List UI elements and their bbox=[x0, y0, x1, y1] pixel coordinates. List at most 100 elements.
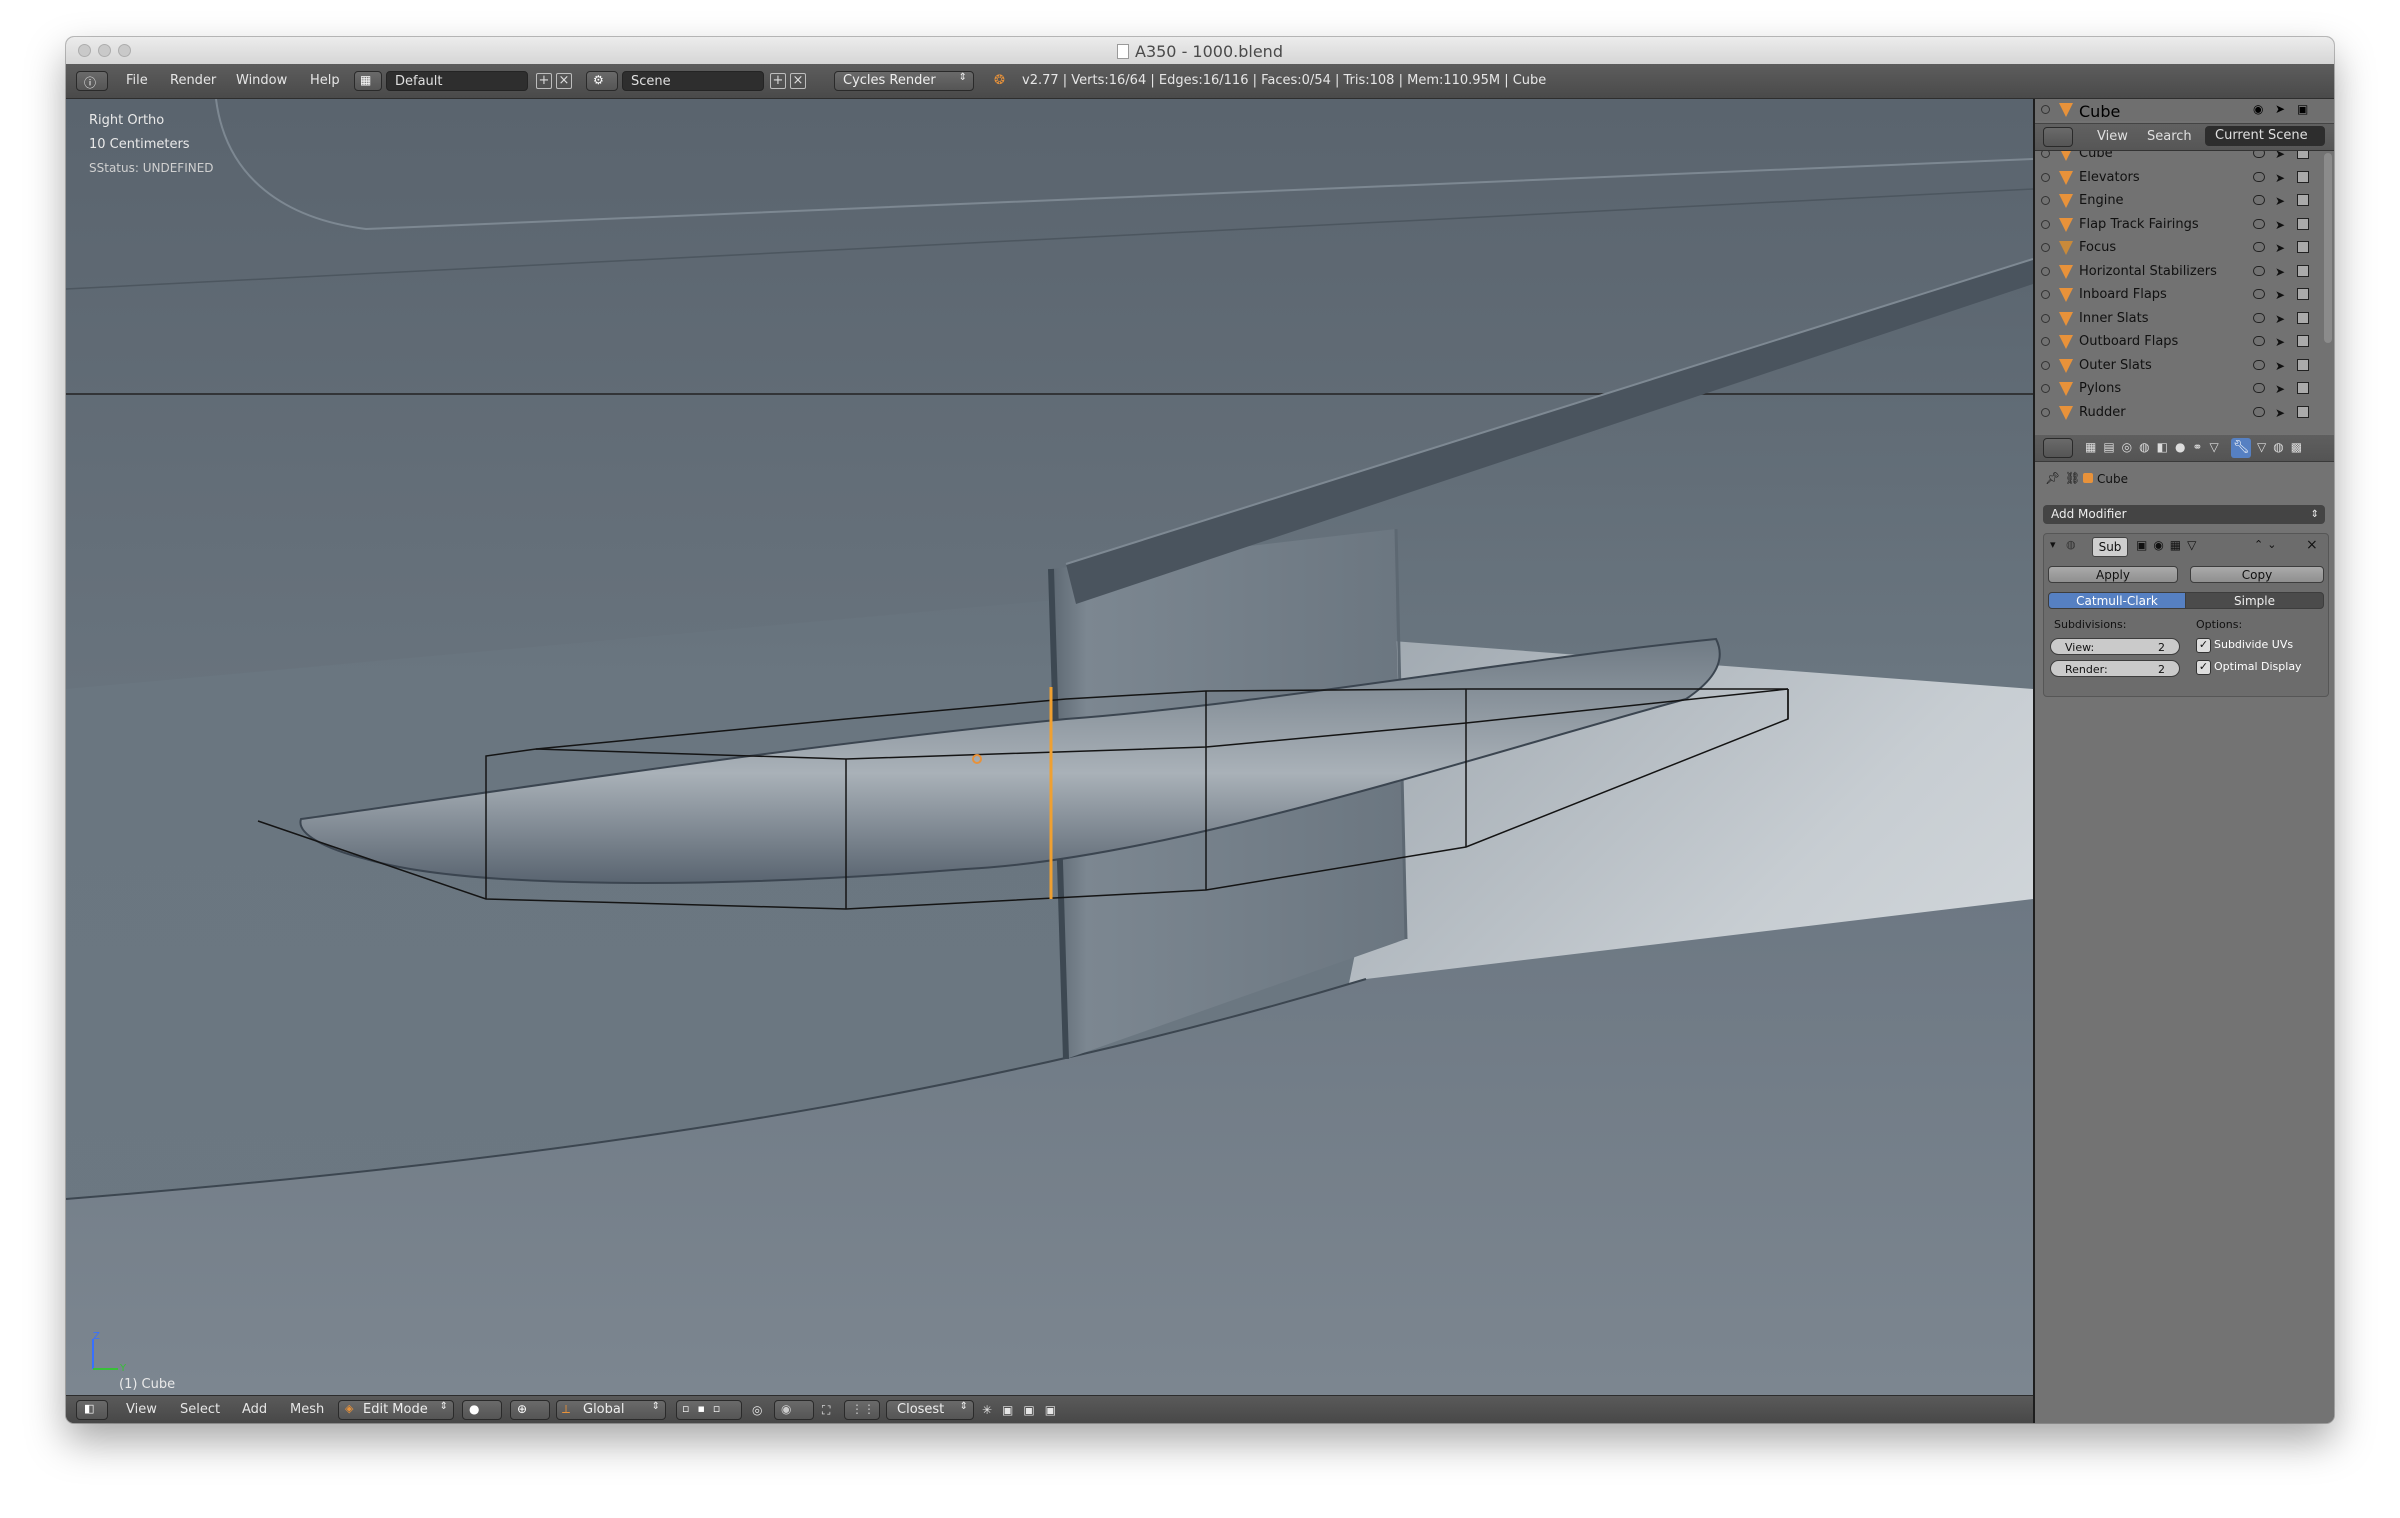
cursor-icon[interactable]: ➤ bbox=[2275, 359, 2285, 373]
snap-element-button[interactable]: ⋮⋮ bbox=[844, 1400, 880, 1420]
modifier-name-field[interactable]: Sub bbox=[2092, 537, 2128, 557]
outliner-editor-type-button[interactable] bbox=[2043, 127, 2073, 147]
cursor-icon[interactable]: ➤ bbox=[2275, 102, 2285, 116]
layout-name-field[interactable]: Default bbox=[386, 71, 528, 91]
occlude-geometry-icon[interactable]: ◎ bbox=[752, 1396, 762, 1423]
copy-button[interactable]: Copy bbox=[2190, 566, 2324, 583]
display-mode-dropdown[interactable]: Current Scene bbox=[2205, 126, 2325, 146]
expand-icon[interactable] bbox=[2041, 360, 2050, 370]
outliner-item[interactable]: Pylons ➤ bbox=[2035, 378, 2325, 402]
outliner-item[interactable]: Inboard Flaps ➤ bbox=[2035, 284, 2325, 308]
remove-layout-icon[interactable]: × bbox=[556, 73, 572, 89]
camera-icon[interactable] bbox=[2297, 194, 2309, 206]
expand-icon[interactable] bbox=[2041, 407, 2050, 417]
viewport-editor-type-button[interactable]: ◧ bbox=[76, 1400, 108, 1420]
camera-icon[interactable] bbox=[2297, 264, 2309, 277]
cursor-icon[interactable]: ➤ bbox=[2275, 288, 2285, 302]
snap-target-dropdown[interactable]: Closest ⇕ bbox=[886, 1400, 974, 1420]
pin-icon[interactable]: 📌︎ bbox=[2045, 471, 2060, 485]
outliner-item[interactable]: Flap Track Fairings ➤ bbox=[2035, 214, 2325, 238]
expand-icon[interactable] bbox=[2041, 290, 2050, 299]
eye-icon[interactable] bbox=[2253, 289, 2265, 299]
outliner-item[interactable]: Outboard Flaps ➤ bbox=[2035, 331, 2325, 355]
mode-dropdown[interactable]: ◈ Edit Mode ⇕ bbox=[338, 1400, 454, 1420]
layout-selector-button[interactable]: ▦ bbox=[354, 71, 382, 91]
outliner-item[interactable]: Engine ➤ bbox=[2035, 190, 2325, 214]
3d-viewport[interactable]: Right Ortho 10 Centimeters SStatus: UNDE… bbox=[66, 99, 2033, 1395]
menu-mesh[interactable]: Mesh bbox=[290, 1396, 324, 1423]
scene-selector-button[interactable]: ⚙ bbox=[586, 71, 618, 91]
view-levels-field[interactable]: View: 2 bbox=[2050, 638, 2180, 655]
menu-file[interactable]: File bbox=[126, 64, 148, 98]
remove-scene-icon[interactable]: × bbox=[790, 73, 806, 89]
menu-window[interactable]: Window bbox=[236, 64, 287, 98]
simple-button[interactable]: Simple bbox=[2185, 592, 2324, 609]
modifier-wrench-icon[interactable]: 🔧︎ bbox=[2231, 438, 2251, 458]
cursor-icon[interactable]: ➤ bbox=[2275, 406, 2285, 420]
subdivide-uvs-checkbox[interactable]: ✓ bbox=[2196, 638, 2211, 653]
eye-icon[interactable] bbox=[2253, 359, 2265, 370]
menu-select[interactable]: Select bbox=[180, 1396, 220, 1423]
menu-view[interactable]: View bbox=[126, 1396, 157, 1423]
expand-icon[interactable] bbox=[2041, 337, 2050, 346]
eye-icon[interactable] bbox=[2253, 171, 2265, 182]
cursor-icon[interactable]: ➤ bbox=[2275, 335, 2285, 349]
eye-icon[interactable] bbox=[2253, 195, 2265, 205]
scene-name-field[interactable]: Scene bbox=[622, 71, 764, 91]
tab-search[interactable]: Search bbox=[2147, 129, 2192, 144]
cursor-icon[interactable]: ➤ bbox=[2275, 241, 2285, 255]
cursor-icon[interactable]: ➤ bbox=[2275, 265, 2285, 279]
property-tab-icons[interactable]: ▦▤◎◍◧●⚭▽ bbox=[2085, 440, 2226, 454]
outliner-item[interactable]: Elevators ➤ bbox=[2035, 167, 2325, 191]
expand-icon[interactable] bbox=[2041, 105, 2050, 114]
camera-icon[interactable] bbox=[2297, 217, 2309, 230]
outliner-item[interactable]: Inner Slats ➤ bbox=[2035, 308, 2325, 332]
expand-icon[interactable] bbox=[2041, 172, 2050, 182]
eye-icon[interactable] bbox=[2253, 383, 2265, 393]
camera-icon[interactable] bbox=[2297, 311, 2309, 324]
eye-icon[interactable] bbox=[2253, 312, 2265, 323]
camera-icon[interactable] bbox=[2297, 151, 2309, 159]
transform-orientation-dropdown[interactable]: ⟂ Global ⇕ bbox=[556, 1400, 666, 1420]
outliner-item[interactable]: Cube ➤ bbox=[2035, 151, 2325, 167]
expand-icon[interactable] bbox=[2041, 219, 2050, 229]
cursor-icon[interactable]: ➤ bbox=[2275, 194, 2285, 208]
property-tab-icons-right[interactable]: ▽◍▩ bbox=[2257, 440, 2309, 454]
camera-icon[interactable] bbox=[2297, 382, 2309, 394]
camera-icon[interactable] bbox=[2297, 335, 2309, 347]
tab-view[interactable]: View bbox=[2097, 129, 2128, 144]
collapse-icon[interactable]: ▾ bbox=[2050, 538, 2056, 551]
menu-render[interactable]: Render bbox=[170, 64, 216, 98]
expand-icon[interactable] bbox=[2041, 313, 2050, 323]
catmull-clark-button[interactable]: Catmull-Clark bbox=[2048, 592, 2186, 609]
outliner-item[interactable]: Focus ➤ bbox=[2035, 237, 2325, 261]
viewport-shading-button[interactable]: ● bbox=[462, 1400, 502, 1420]
cursor-icon[interactable]: ➤ bbox=[2275, 151, 2285, 161]
menu-help[interactable]: Help bbox=[310, 64, 340, 98]
camera-icon[interactable] bbox=[2297, 405, 2309, 418]
expand-icon[interactable] bbox=[2041, 266, 2050, 276]
menu-add[interactable]: Add bbox=[242, 1396, 267, 1423]
expand-icon[interactable] bbox=[2041, 196, 2050, 205]
snap-toggle-icon[interactable]: ⛶ bbox=[822, 1396, 830, 1423]
editor-type-button[interactable]: ⓘ bbox=[76, 71, 108, 91]
camera-icon[interactable]: ▣ bbox=[2297, 102, 2308, 116]
cursor-icon[interactable]: ➤ bbox=[2275, 312, 2285, 326]
camera-icon[interactable] bbox=[2297, 358, 2309, 371]
add-scene-icon[interactable]: + bbox=[770, 73, 786, 89]
outliner-scrollbar[interactable] bbox=[2324, 153, 2332, 343]
add-layout-icon[interactable]: + bbox=[536, 73, 552, 89]
close-icon[interactable]: × bbox=[2306, 537, 2318, 553]
outliner-item[interactable]: Horizontal Stabilizers ➤ bbox=[2035, 261, 2325, 285]
outliner-active-row[interactable]: Cube ◉ ➤ ▣ bbox=[2035, 99, 2334, 121]
render-levels-field[interactable]: Render: 2 bbox=[2050, 660, 2180, 677]
camera-icon[interactable] bbox=[2297, 170, 2309, 183]
expand-icon[interactable] bbox=[2041, 243, 2050, 252]
eye-icon[interactable]: ◉ bbox=[2253, 102, 2263, 116]
cursor-icon[interactable]: ➤ bbox=[2275, 218, 2285, 232]
outliner-item[interactable]: Rudder ➤ bbox=[2035, 402, 2325, 426]
expand-icon[interactable] bbox=[2041, 151, 2050, 158]
render-engine-dropdown[interactable]: Cycles Render ⇕ bbox=[834, 71, 974, 91]
outliner-item[interactable]: Outer Slats ➤ bbox=[2035, 355, 2325, 379]
eye-icon[interactable] bbox=[2253, 242, 2265, 252]
